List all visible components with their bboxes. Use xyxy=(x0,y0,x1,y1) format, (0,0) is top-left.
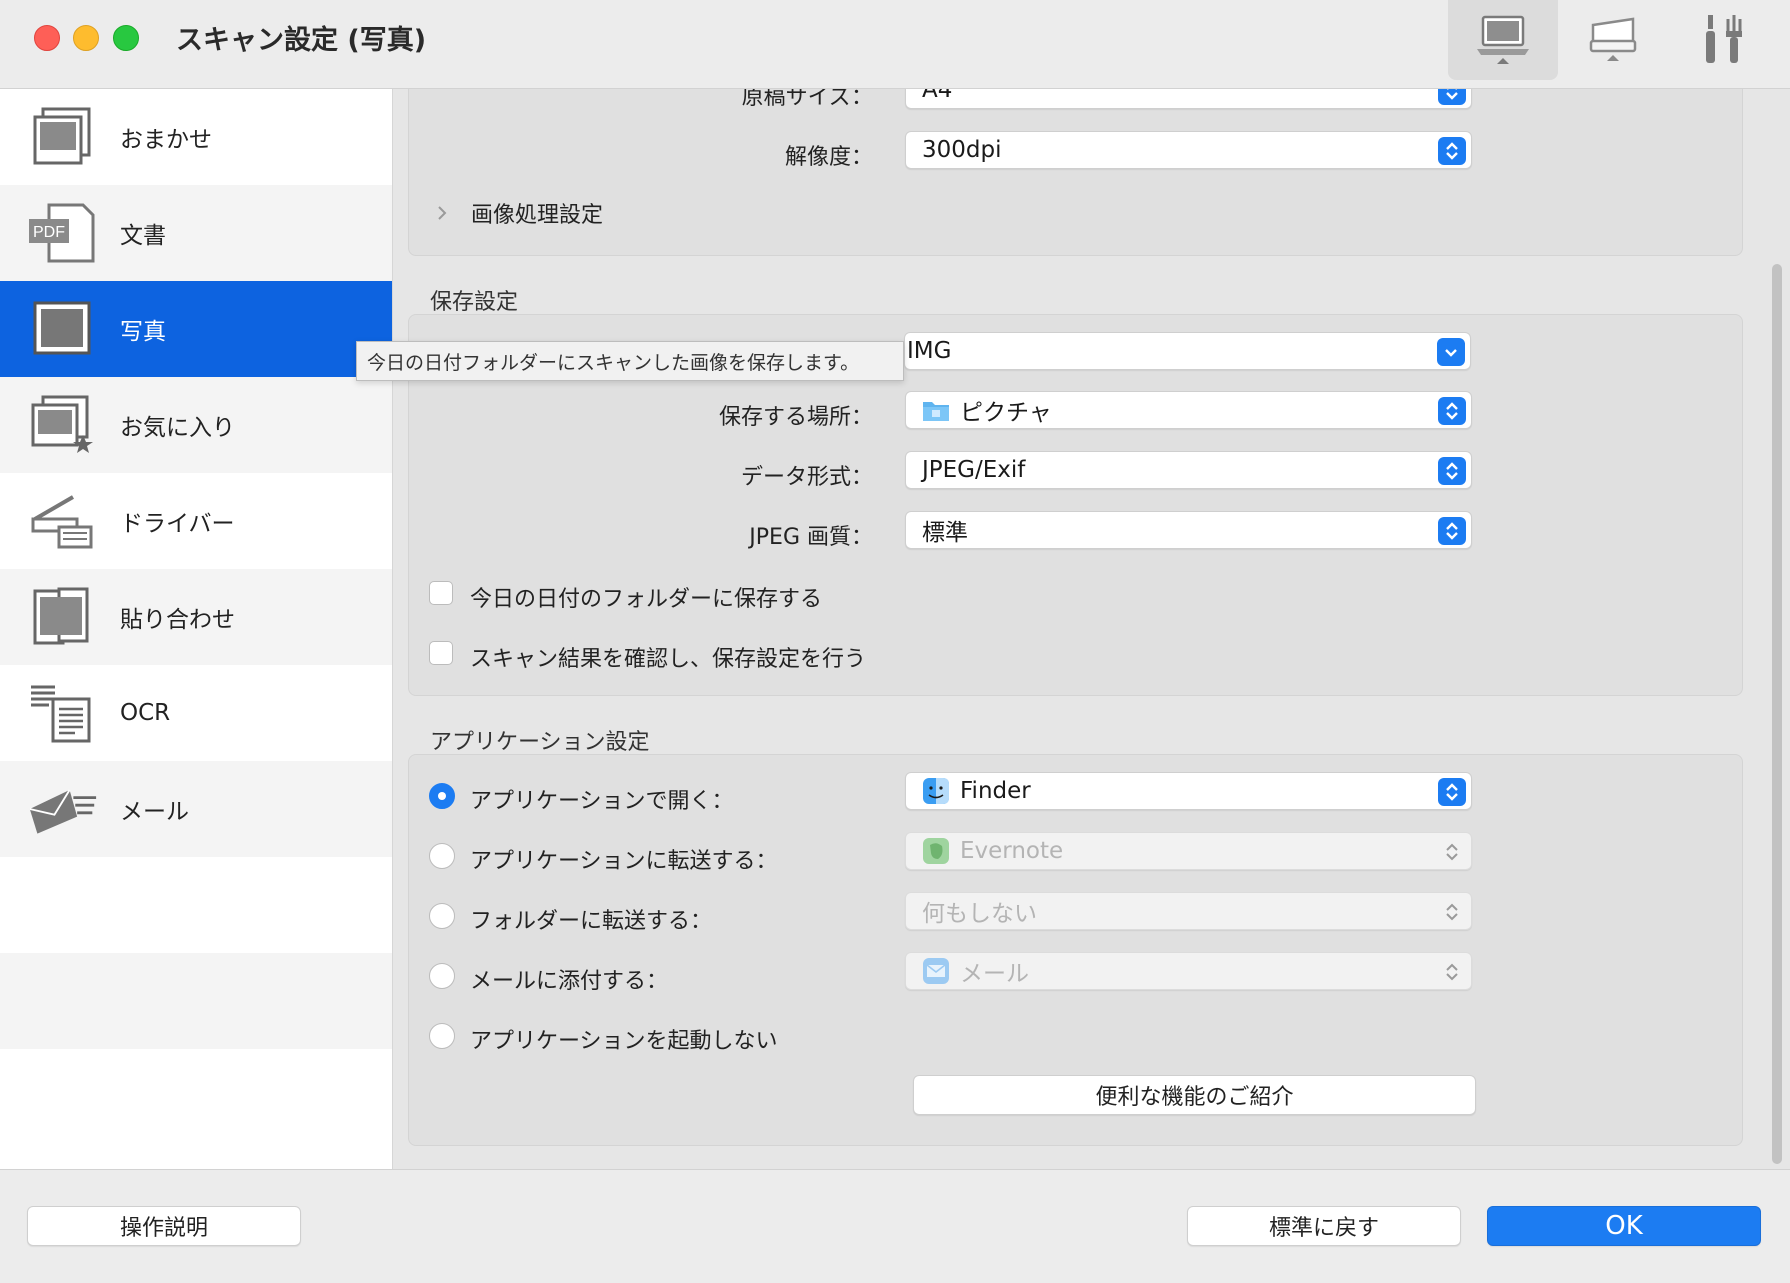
chevron-updown-icon xyxy=(1438,838,1466,866)
date-folder-checkbox-label: 今日の日付のフォルダーに保存する xyxy=(470,587,823,612)
settings-content: 原稿サイズ： A4 解像度： 300dpi 画像処理設定 保存設定 IMG 保存… xyxy=(393,89,1790,1169)
send-to-app-radio[interactable] xyxy=(429,843,455,869)
toolbar-scan-from-computer-button[interactable] xyxy=(1448,0,1558,80)
scan-mode-sidebar: おまかせ PDF 文書 写真 お気に入り ドライバー 貼り合わせ OCR メール xyxy=(0,89,393,1169)
chevron-updown-icon xyxy=(1438,397,1466,425)
confirm-results-checkbox[interactable] xyxy=(429,641,453,665)
document-size-label: 原稿サイズ： xyxy=(741,89,873,110)
app-settings-title: アプリケーション設定 xyxy=(430,730,650,755)
date-folder-checkbox[interactable] xyxy=(429,581,453,605)
folder-icon xyxy=(923,402,949,421)
ocr-icon xyxy=(26,681,98,745)
chevron-updown-icon xyxy=(1438,517,1466,545)
svg-text:PDF: PDF xyxy=(33,224,65,241)
chevron-updown-icon xyxy=(1438,898,1466,926)
sidebar-item-ocr[interactable]: OCR xyxy=(0,665,392,761)
evernote-icon xyxy=(923,838,949,864)
date-folder-tooltip: 今日の日付フォルダーにスキャンした画像を保存します。 xyxy=(356,341,904,381)
sidebar-item-label: メール xyxy=(120,799,189,825)
chevron-updown-icon xyxy=(1438,137,1466,165)
do-not-launch-label: アプリケーションを起動しない xyxy=(470,1029,778,1054)
send-to-app-select[interactable]: Evernote xyxy=(905,832,1472,870)
help-button[interactable]: 操作説明 xyxy=(27,1206,301,1246)
sidebar-item-label: おまかせ xyxy=(120,127,212,153)
sidebar-item-label: お気に入り xyxy=(120,415,235,441)
finder-icon xyxy=(923,778,949,804)
save-location-label: 保存する場所： xyxy=(718,405,873,430)
sidebar-item-label: 貼り合わせ xyxy=(120,607,235,633)
photo-icon xyxy=(26,297,98,361)
send-to-folder-label: フォルダーに転送する： xyxy=(470,909,713,934)
sidebar-item-favorites[interactable]: お気に入り xyxy=(0,377,392,473)
jpeg-quality-label: JPEG 画質： xyxy=(749,525,873,550)
chevron-updown-icon xyxy=(1438,778,1466,806)
zoom-window-button[interactable] xyxy=(113,25,139,51)
sidebar-item-stitch[interactable]: 貼り合わせ xyxy=(0,569,392,665)
sidebar-item-label: 文書 xyxy=(120,223,166,249)
chevron-updown-icon xyxy=(1438,958,1466,986)
chevron-right-icon xyxy=(438,206,447,220)
scanner-scan-icon xyxy=(1589,17,1637,61)
send-to-folder-radio[interactable] xyxy=(429,903,455,929)
scan-settings-group xyxy=(408,89,1743,256)
save-settings-title: 保存設定 xyxy=(430,290,519,315)
sidebar-item-label: ドライバー xyxy=(120,511,235,537)
data-format-label: データ形式： xyxy=(740,465,873,490)
sidebar-item-label: 写真 xyxy=(120,319,166,345)
open-with-app-select[interactable]: Finder xyxy=(905,772,1472,810)
data-format-select[interactable]: JPEG/Exif xyxy=(905,451,1472,489)
do-not-launch-radio[interactable] xyxy=(429,1023,455,1049)
resolution-select[interactable]: 300dpi xyxy=(905,131,1472,169)
mail-icon xyxy=(26,777,98,841)
restore-defaults-button[interactable]: 標準に戻す xyxy=(1187,1206,1461,1246)
send-to-app-label: アプリケーションに転送する： xyxy=(470,849,778,874)
open-with-app-label: アプリケーションで開く： xyxy=(470,789,734,814)
tools-icon xyxy=(1706,15,1742,63)
attach-to-mail-label: メールに添付する： xyxy=(470,969,669,994)
sidebar-empty-row xyxy=(0,953,392,1049)
save-location-select[interactable]: ピクチャ xyxy=(905,391,1472,429)
computer-scan-icon xyxy=(1477,15,1529,64)
chevron-updown-icon xyxy=(1438,457,1466,485)
window-title: スキャン設定 (写真) xyxy=(176,25,427,56)
attach-to-mail-select[interactable]: メール xyxy=(905,952,1472,990)
close-window-button[interactable] xyxy=(34,25,60,51)
sidebar-empty-row xyxy=(0,857,392,953)
favorites-icon xyxy=(26,393,98,457)
feature-intro-button[interactable]: 便利な機能のご紹介 xyxy=(913,1075,1476,1115)
sidebar-item-auto[interactable]: おまかせ xyxy=(0,89,392,185)
jpeg-quality-select[interactable]: 標準 xyxy=(905,511,1472,549)
sidebar-item-driver[interactable]: ドライバー xyxy=(0,473,392,569)
sidebar-empty-row xyxy=(0,1049,392,1145)
driver-icon xyxy=(26,489,98,553)
sidebar-item-label: OCR xyxy=(120,700,171,726)
confirm-results-checkbox-label: スキャン結果を確認し、保存設定を行う xyxy=(470,647,867,672)
image-processing-label: 画像処理設定 xyxy=(471,203,604,228)
pdf-document-icon: PDF xyxy=(26,201,98,265)
send-to-folder-select[interactable]: 何もしない xyxy=(905,892,1472,930)
mail-app-icon xyxy=(923,958,949,984)
sidebar-item-mail[interactable]: メール xyxy=(0,761,392,857)
auto-scan-icon xyxy=(26,105,98,169)
open-with-app-radio[interactable] xyxy=(429,783,455,809)
resolution-label: 解像度： xyxy=(784,145,873,170)
chevron-updown-icon xyxy=(1438,89,1466,105)
toolbar-scan-from-panel-button[interactable] xyxy=(1558,0,1668,80)
stitch-icon xyxy=(26,585,98,649)
title-bar: スキャン設定 (写真) xyxy=(0,0,1790,89)
chevron-down-icon xyxy=(1437,338,1465,366)
ok-button[interactable]: OK xyxy=(1487,1206,1761,1246)
sidebar-item-photo[interactable]: 写真 xyxy=(0,281,392,377)
minimize-window-button[interactable] xyxy=(73,25,99,51)
image-processing-disclosure[interactable]: 画像処理設定 xyxy=(435,197,603,229)
attach-to-mail-radio[interactable] xyxy=(429,963,455,989)
document-size-select[interactable]: A4 xyxy=(905,89,1472,109)
filename-select[interactable]: IMG xyxy=(904,332,1471,370)
sidebar-item-document[interactable]: PDF 文書 xyxy=(0,185,392,281)
content-scrollbar[interactable] xyxy=(1772,264,1782,1164)
toolbar-preferences-button[interactable] xyxy=(1668,0,1778,80)
bottom-bar: 操作説明 標準に戻す OK xyxy=(0,1169,1790,1283)
